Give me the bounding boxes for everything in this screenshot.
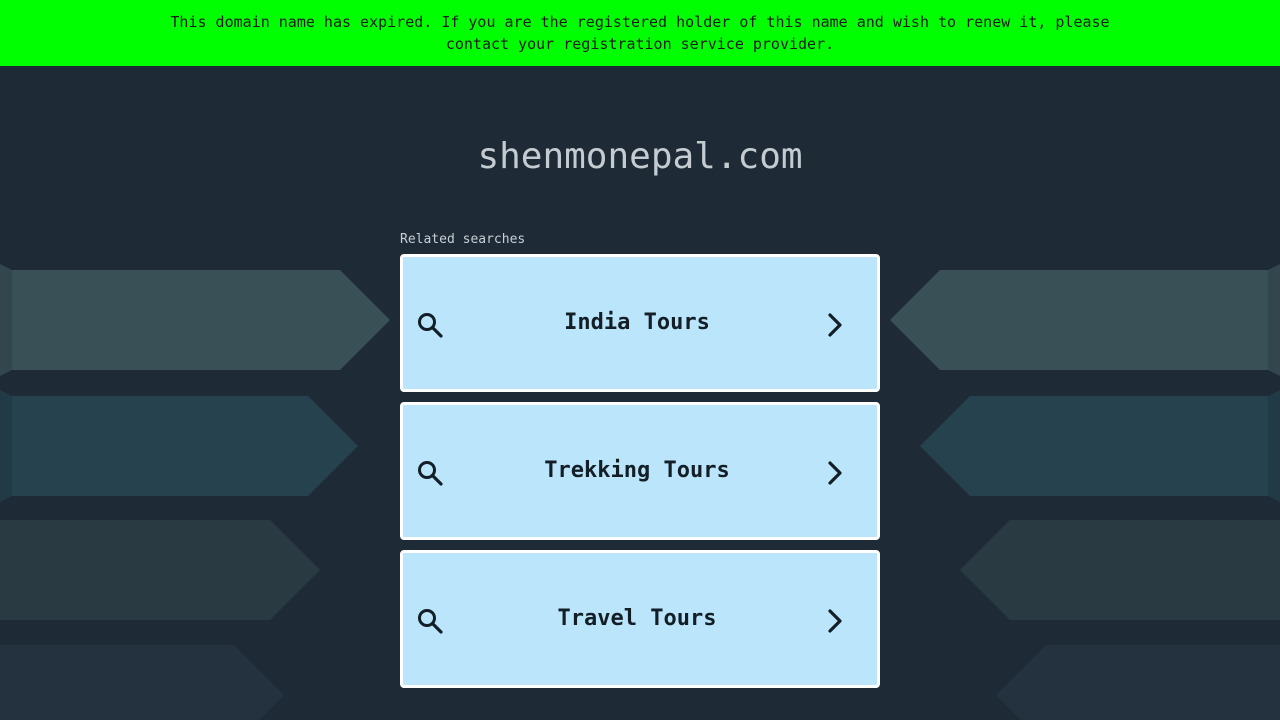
banner-text-line-2: contact your registration service provid… — [445, 35, 835, 53]
related-search-travel-tours[interactable]: Travel Tours — [400, 550, 880, 688]
related-search-label: India Tours — [564, 310, 710, 335]
right-arrow-2 — [920, 396, 1280, 496]
related-searches-label: Related searches — [400, 232, 526, 247]
right-arrow-1 — [890, 270, 1280, 370]
left-cap-2 — [0, 390, 12, 502]
chevron-right-icon — [828, 313, 842, 337]
left-cap-1 — [0, 264, 12, 376]
left-arrow-1 — [0, 270, 390, 370]
left-arrow-4 — [0, 645, 284, 720]
related-search-label: Trekking Tours — [544, 458, 730, 483]
chevron-right-icon — [828, 461, 842, 485]
banner-text-line-1: This domain name has expired. If you are… — [170, 13, 1110, 31]
chevron-right-icon — [828, 609, 842, 633]
right-cap-2 — [1268, 390, 1280, 502]
right-arrow-3 — [960, 520, 1280, 620]
left-arrow-3 — [0, 520, 320, 620]
related-search-trekking-tours[interactable]: Trekking Tours — [400, 402, 880, 540]
left-arrow-2 — [0, 396, 358, 496]
related-search-india-tours[interactable]: India Tours — [400, 254, 880, 392]
expired-domain-banner: This domain name has expired. If you are… — [0, 0, 1280, 66]
parked-domain-page: This domain name has expired. If you are… — [0, 0, 1280, 720]
domain-name-title: shenmonepal.com — [477, 136, 803, 177]
right-arrow-4 — [996, 645, 1280, 720]
right-cap-1 — [1268, 264, 1280, 376]
related-search-label: Travel Tours — [557, 606, 717, 631]
